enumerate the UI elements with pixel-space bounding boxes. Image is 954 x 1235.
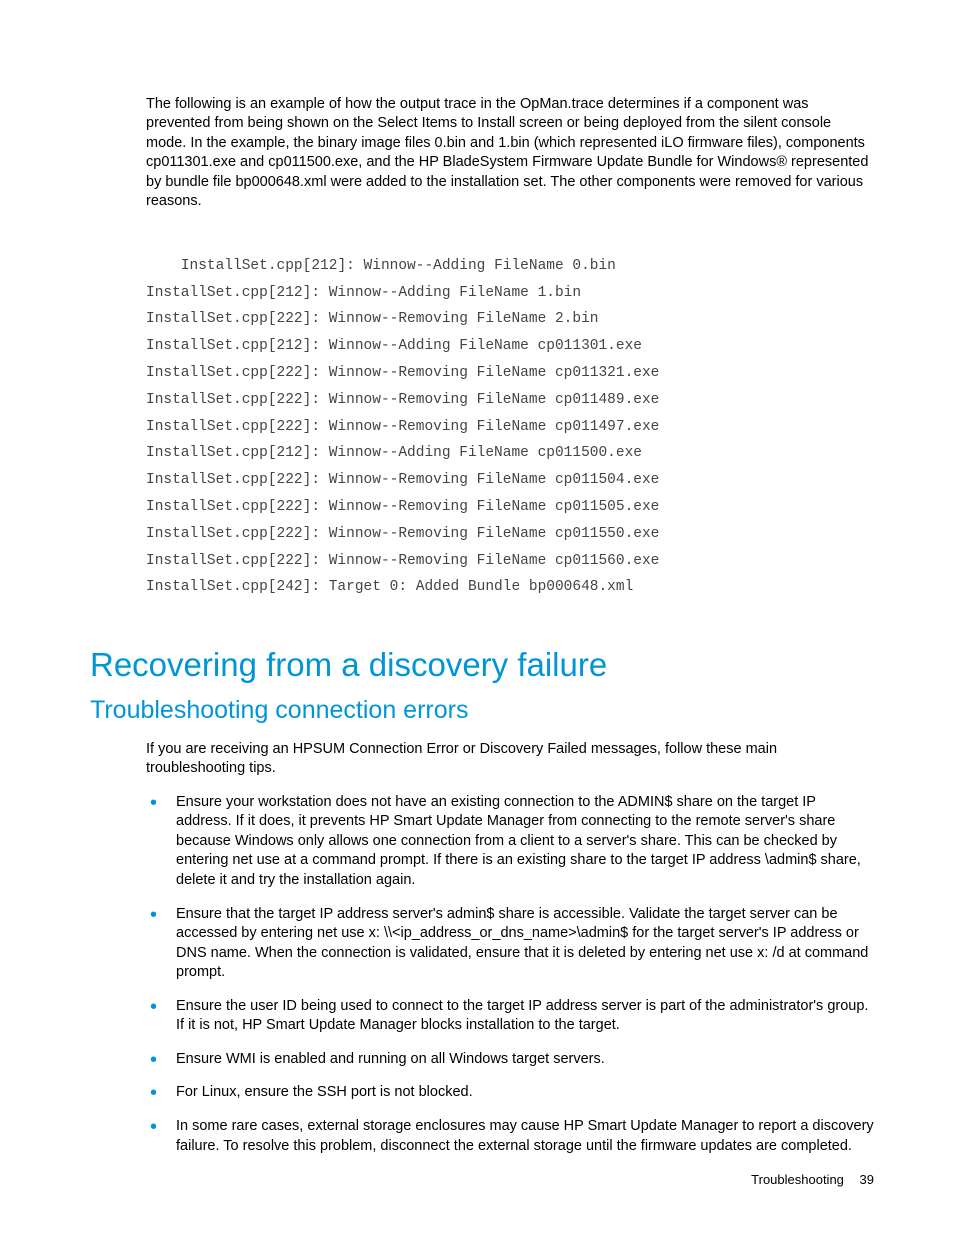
troubleshooting-list: Ensure your workstation does not have an… bbox=[146, 793, 874, 1156]
intro-paragraph: The following is an example of how the o… bbox=[146, 95, 874, 212]
heading-troubleshooting: Troubleshooting connection errors bbox=[90, 696, 874, 725]
code-line: InstallSet.cpp[222]: Winnow--Removing Fi… bbox=[146, 553, 659, 569]
list-item: For Linux, ensure the SSH port is not bl… bbox=[176, 1083, 874, 1103]
code-line: InstallSet.cpp[222]: Winnow--Removing Fi… bbox=[146, 311, 598, 327]
code-line: InstallSet.cpp[222]: Winnow--Removing Fi… bbox=[146, 419, 659, 435]
code-line: InstallSet.cpp[222]: Winnow--Removing Fi… bbox=[146, 472, 659, 488]
list-item: Ensure that the target IP address server… bbox=[176, 905, 874, 983]
footer-section: Troubleshooting bbox=[751, 1172, 844, 1187]
code-line: InstallSet.cpp[212]: Winnow--Adding File… bbox=[181, 258, 616, 274]
code-line: InstallSet.cpp[212]: Winnow--Adding File… bbox=[146, 338, 642, 354]
code-line: InstallSet.cpp[222]: Winnow--Removing Fi… bbox=[146, 365, 659, 381]
footer-page-number: 39 bbox=[860, 1172, 874, 1187]
code-line: InstallSet.cpp[222]: Winnow--Removing Fi… bbox=[146, 392, 659, 408]
code-line: InstallSet.cpp[212]: Winnow--Adding File… bbox=[146, 445, 642, 461]
troubleshooting-intro: If you are receiving an HPSUM Connection… bbox=[146, 740, 874, 779]
list-item: Ensure the user ID being used to connect… bbox=[176, 997, 874, 1036]
code-line: InstallSet.cpp[222]: Winnow--Removing Fi… bbox=[146, 526, 659, 542]
document-page: The following is an example of how the o… bbox=[0, 0, 954, 1235]
page-footer: Troubleshooting 39 bbox=[751, 1172, 874, 1187]
trace-output-block: InstallSet.cpp[212]: Winnow--Adding File… bbox=[146, 226, 874, 628]
code-line: InstallSet.cpp[242]: Target 0: Added Bun… bbox=[146, 579, 633, 595]
code-line: InstallSet.cpp[222]: Winnow--Removing Fi… bbox=[146, 499, 659, 515]
list-item: Ensure your workstation does not have an… bbox=[176, 793, 874, 891]
heading-recovering: Recovering from a discovery failure bbox=[90, 646, 874, 684]
list-item: Ensure WMI is enabled and running on all… bbox=[176, 1050, 874, 1070]
list-item: In some rare cases, external storage enc… bbox=[176, 1117, 874, 1156]
code-line: InstallSet.cpp[212]: Winnow--Adding File… bbox=[146, 285, 581, 301]
